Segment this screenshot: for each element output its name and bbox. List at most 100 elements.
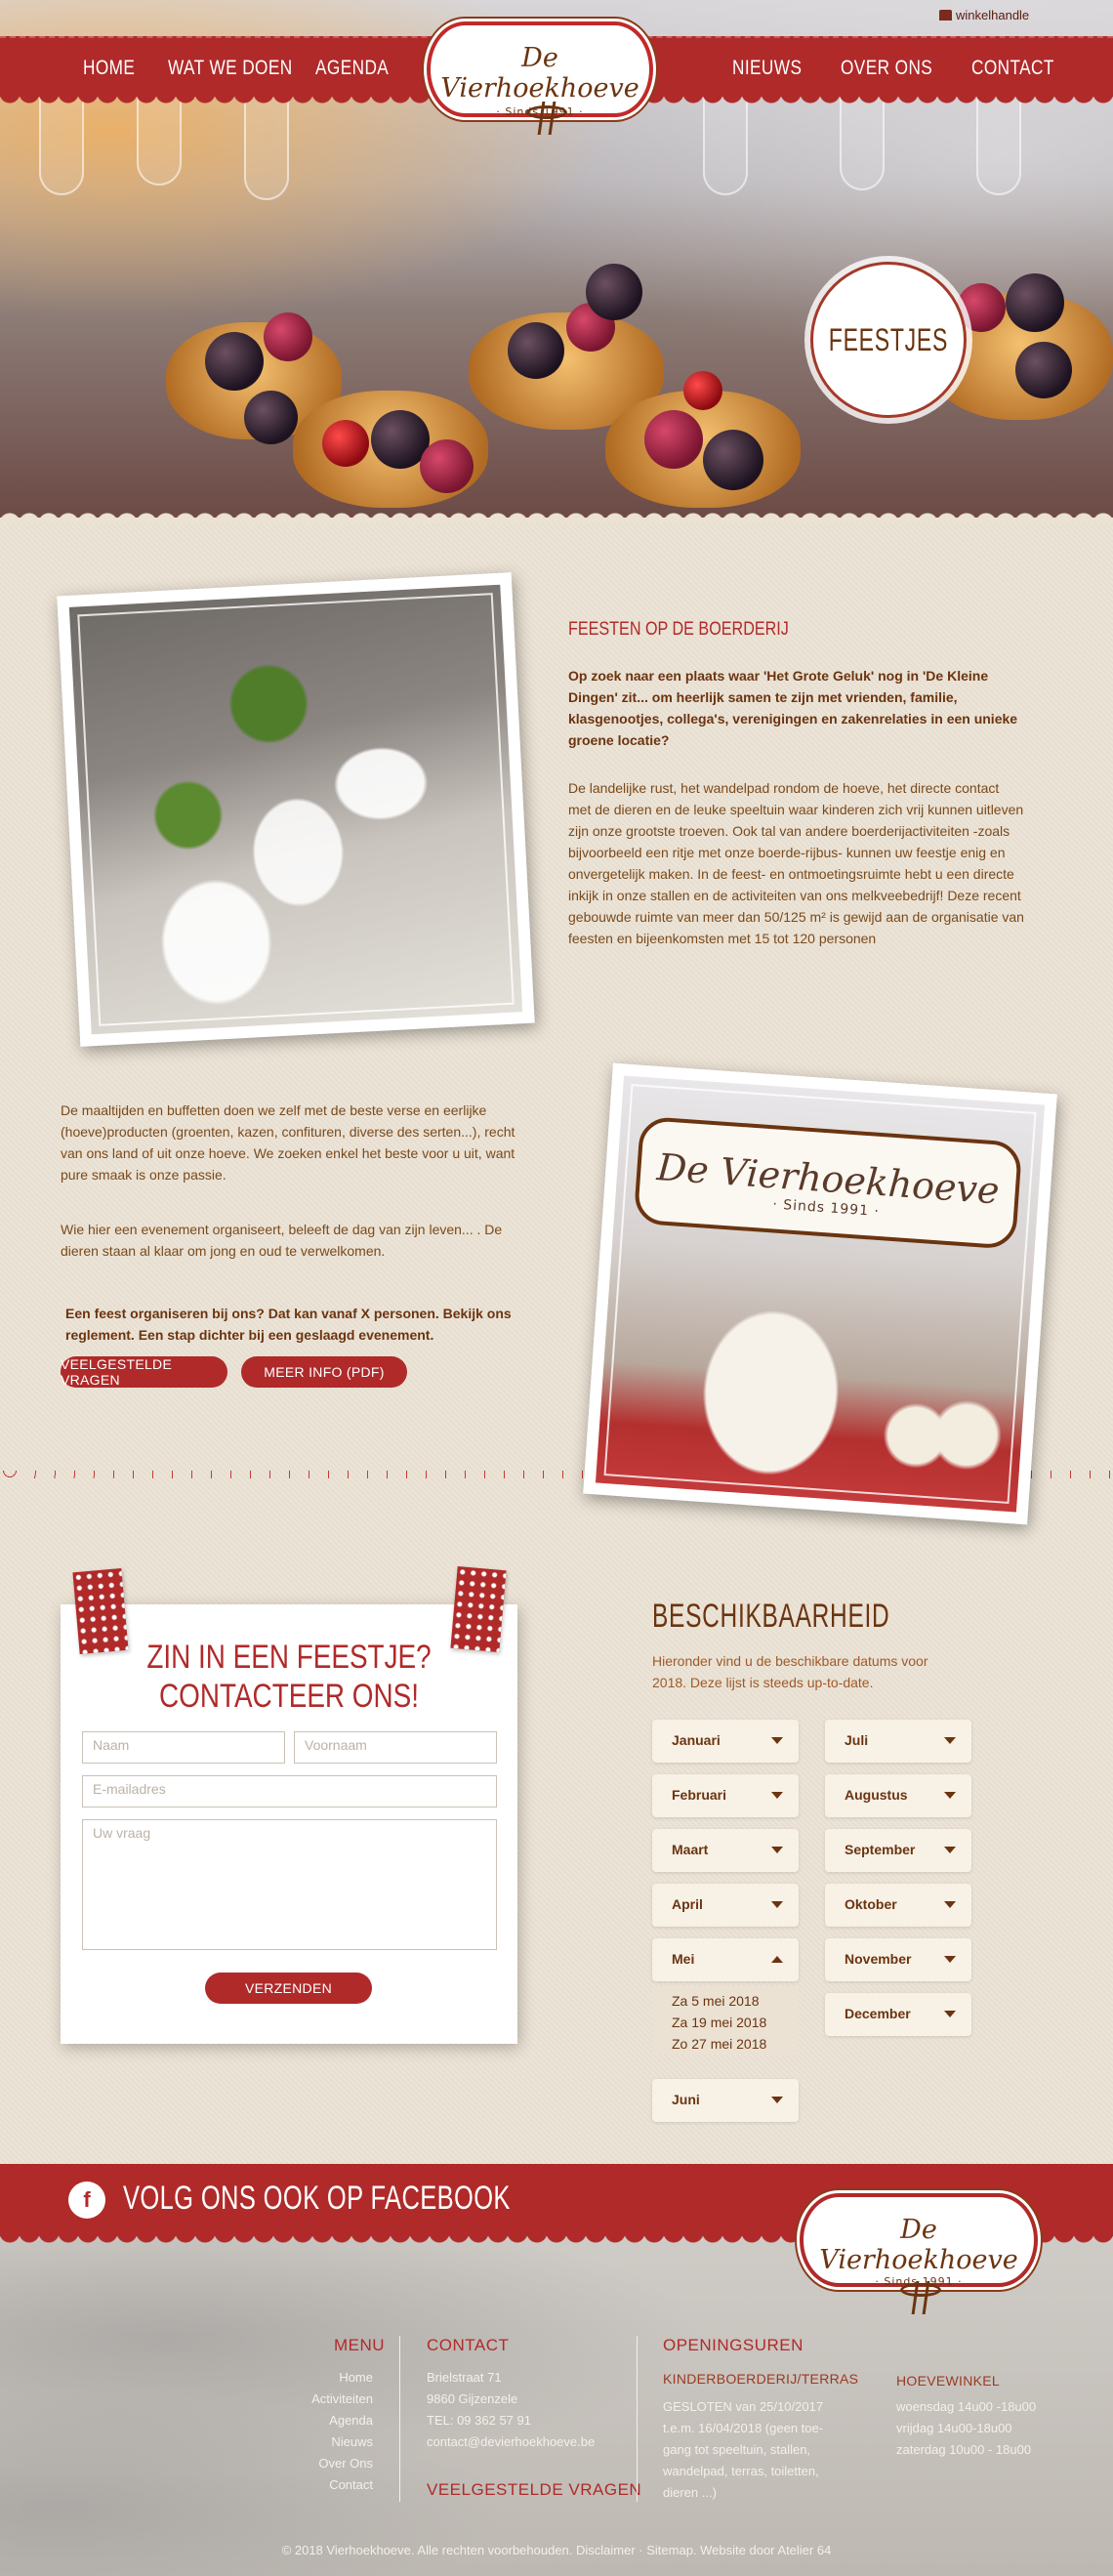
availability-title: BESCHIKBAARHEID: [652, 1598, 890, 1635]
firstname-field[interactable]: Voornaam: [294, 1731, 497, 1764]
currant: [322, 420, 369, 467]
month-september[interactable]: September: [825, 1829, 971, 1872]
footer-email[interactable]: contact@devierhoekhoeve.be: [427, 2431, 595, 2453]
month-label: December: [845, 2006, 911, 2021]
availability-subtitle: Hieronder vind u de beschikbare datums v…: [652, 1653, 928, 1690]
meals-paragraph: De maaltijden en buffetten doen we zelf …: [61, 1102, 515, 1183]
footer-logo[interactable]: De Vierhoekhoeve · Sinds 1991 ·: [800, 2193, 1038, 2288]
shop-icon: [939, 10, 952, 21]
shop-link[interactable]: winkelhandle: [939, 8, 1029, 22]
footer-menu-contact[interactable]: Contact: [275, 2474, 373, 2496]
chevron-down-icon: [771, 1737, 783, 1744]
chevron-down-icon: [771, 1792, 783, 1799]
footer-hours-title: OPENINGSUREN: [663, 2336, 804, 2354]
month-juni[interactable]: Juni: [652, 2079, 799, 2122]
month-november[interactable]: November: [825, 1938, 971, 1981]
hoevewinkel-hours: woensdag 14u00 -18u00 vrijdag 14u00-18u0…: [896, 2396, 1036, 2461]
event-paragraph: Wie hier een evenement organiseert, bele…: [61, 1222, 503, 1259]
tape-right: [450, 1565, 507, 1653]
chevron-down-icon: [944, 1901, 956, 1908]
logo[interactable]: De Vierhoekhoeve · Sinds 1991 ·: [427, 21, 653, 118]
section-intro: Op zoek naar een plaats waar 'Het Grote …: [568, 668, 1018, 748]
month-label: November: [845, 1951, 912, 1967]
chevron-down-icon: [771, 1901, 783, 1908]
kinderboerderij-title: KINDERBOERDERIJ/TERRAS: [663, 2371, 859, 2387]
blackberry: [205, 332, 264, 391]
nav-home[interactable]: HOME: [83, 57, 135, 80]
month-december[interactable]: December: [825, 1993, 971, 2036]
footer-menu-activiteiten[interactable]: Activiteiten: [275, 2389, 373, 2410]
footer-menu-nieuws[interactable]: Nieuws: [275, 2431, 373, 2453]
month-augustus[interactable]: Augustus: [825, 1774, 971, 1817]
month-maart[interactable]: Maart: [652, 1829, 799, 1872]
nav-contact[interactable]: CONTACT: [971, 57, 1054, 80]
month-juli[interactable]: Juli: [825, 1720, 971, 1763]
month-label: September: [845, 1842, 916, 1857]
party-table-photo: [57, 572, 535, 1047]
footer-contact: Brielstraat 71 9860 Gijzenzele TEL: 09 3…: [427, 2367, 595, 2453]
month-februari[interactable]: Februari: [652, 1774, 799, 1817]
nav-agenda[interactable]: AGENDA: [315, 57, 389, 80]
kinder-line: GESLOTEN van 25/10/2017: [663, 2399, 824, 2414]
name-field[interactable]: Naam: [82, 1731, 285, 1764]
available-date: Zo 27 mei 2018: [672, 2036, 767, 2052]
shop-hours-line: zaterdag 10u00 - 18u00: [896, 2442, 1032, 2457]
footer-menu-over-ons[interactable]: Over Ons: [275, 2453, 373, 2474]
nav-wat-we-doen[interactable]: WAT WE DOEN: [168, 57, 293, 80]
blackberry: [244, 391, 298, 444]
party-table-image: [68, 584, 523, 1035]
month-label: April: [672, 1896, 703, 1912]
footer-faq-link[interactable]: VEELGESTELDE VRAGEN: [427, 2480, 641, 2500]
blackberry: [586, 264, 642, 320]
footer-logo-name: De Vierhoekhoeve: [819, 2215, 1018, 2275]
tape-left: [72, 1567, 129, 1655]
shop-link-label: winkelhandle: [956, 8, 1030, 22]
blackberry: [1015, 342, 1072, 398]
month-april[interactable]: April: [652, 1884, 799, 1927]
month-label: Mei: [672, 1951, 695, 1967]
chevron-down-icon: [771, 1847, 783, 1853]
kinder-line: t.e.m. 16/04/2018 (geen toe-: [663, 2421, 824, 2435]
kinder-line: dieren ...): [663, 2485, 717, 2500]
copyright: © 2018 Vierhoekhoeve. Alle rechten voorb…: [281, 2543, 832, 2557]
footer-menu: Home Activiteiten Agenda Nieuws Over Ons…: [275, 2367, 373, 2496]
month-oktober[interactable]: Oktober: [825, 1884, 971, 1927]
page-title: FEESTJES: [828, 321, 949, 357]
faq-button[interactable]: VEELGESTELDE VRAGEN: [61, 1356, 227, 1388]
page-title-badge: FEESTJES: [810, 262, 967, 418]
chevron-down-icon: [944, 1956, 956, 1963]
cake-image: De Vierhoekhoeve · Sinds 1991 ·: [595, 1075, 1046, 1513]
month-label: Maart: [672, 1842, 709, 1857]
footer-phone[interactable]: TEL: 09 362 57 91: [427, 2410, 595, 2431]
month-mei[interactable]: Mei: [652, 1938, 799, 1981]
raspberry: [264, 312, 312, 361]
chevron-down-icon: [944, 1737, 956, 1744]
month-label: Augustus: [845, 1787, 908, 1803]
shop-hours-line: woensdag 14u00 -18u00: [896, 2399, 1037, 2414]
month-label: Juni: [672, 2092, 700, 2107]
footer-divider: [637, 2336, 638, 2502]
footer-menu-title: MENU: [334, 2336, 386, 2354]
hoevewinkel-title: HOEVEWINKEL: [896, 2373, 1000, 2389]
chevron-down-icon: [944, 1847, 956, 1853]
footer-menu-agenda[interactable]: Agenda: [275, 2410, 373, 2431]
nav-over-ons[interactable]: OVER ONS: [841, 57, 932, 80]
raspberry: [644, 410, 703, 469]
footer-menu-home[interactable]: Home: [275, 2367, 373, 2389]
submit-button[interactable]: VERZENDEN: [205, 1973, 372, 2004]
month-label: Januari: [672, 1732, 721, 1748]
kinderboerderij-hours: GESLOTEN van 25/10/2017 t.e.m. 16/04/201…: [663, 2396, 839, 2504]
email-field[interactable]: E-mailadres: [82, 1775, 497, 1807]
nav-nieuws[interactable]: NIEUWS: [732, 57, 802, 80]
currant: [683, 371, 722, 410]
blackberry: [703, 430, 763, 490]
hero-banner: HOME WAT WE DOEN AGENDA NIEUWS OVER ONS …: [0, 0, 1113, 518]
more-info-pdf-button[interactable]: MEER INFO (PDF): [241, 1356, 407, 1388]
facebook-icon[interactable]: f: [68, 2181, 105, 2219]
question-field[interactable]: Uw vraag: [82, 1819, 497, 1950]
month-januari[interactable]: Januari: [652, 1720, 799, 1763]
facebook-link[interactable]: VOLG ONS OOK OP FACEBOOK: [123, 2180, 511, 2218]
cake-photo: De Vierhoekhoeve · Sinds 1991 ·: [583, 1062, 1057, 1525]
kinder-line: gang tot speeltuin, stallen,: [663, 2442, 811, 2457]
available-date: Za 19 mei 2018: [672, 2015, 767, 2030]
